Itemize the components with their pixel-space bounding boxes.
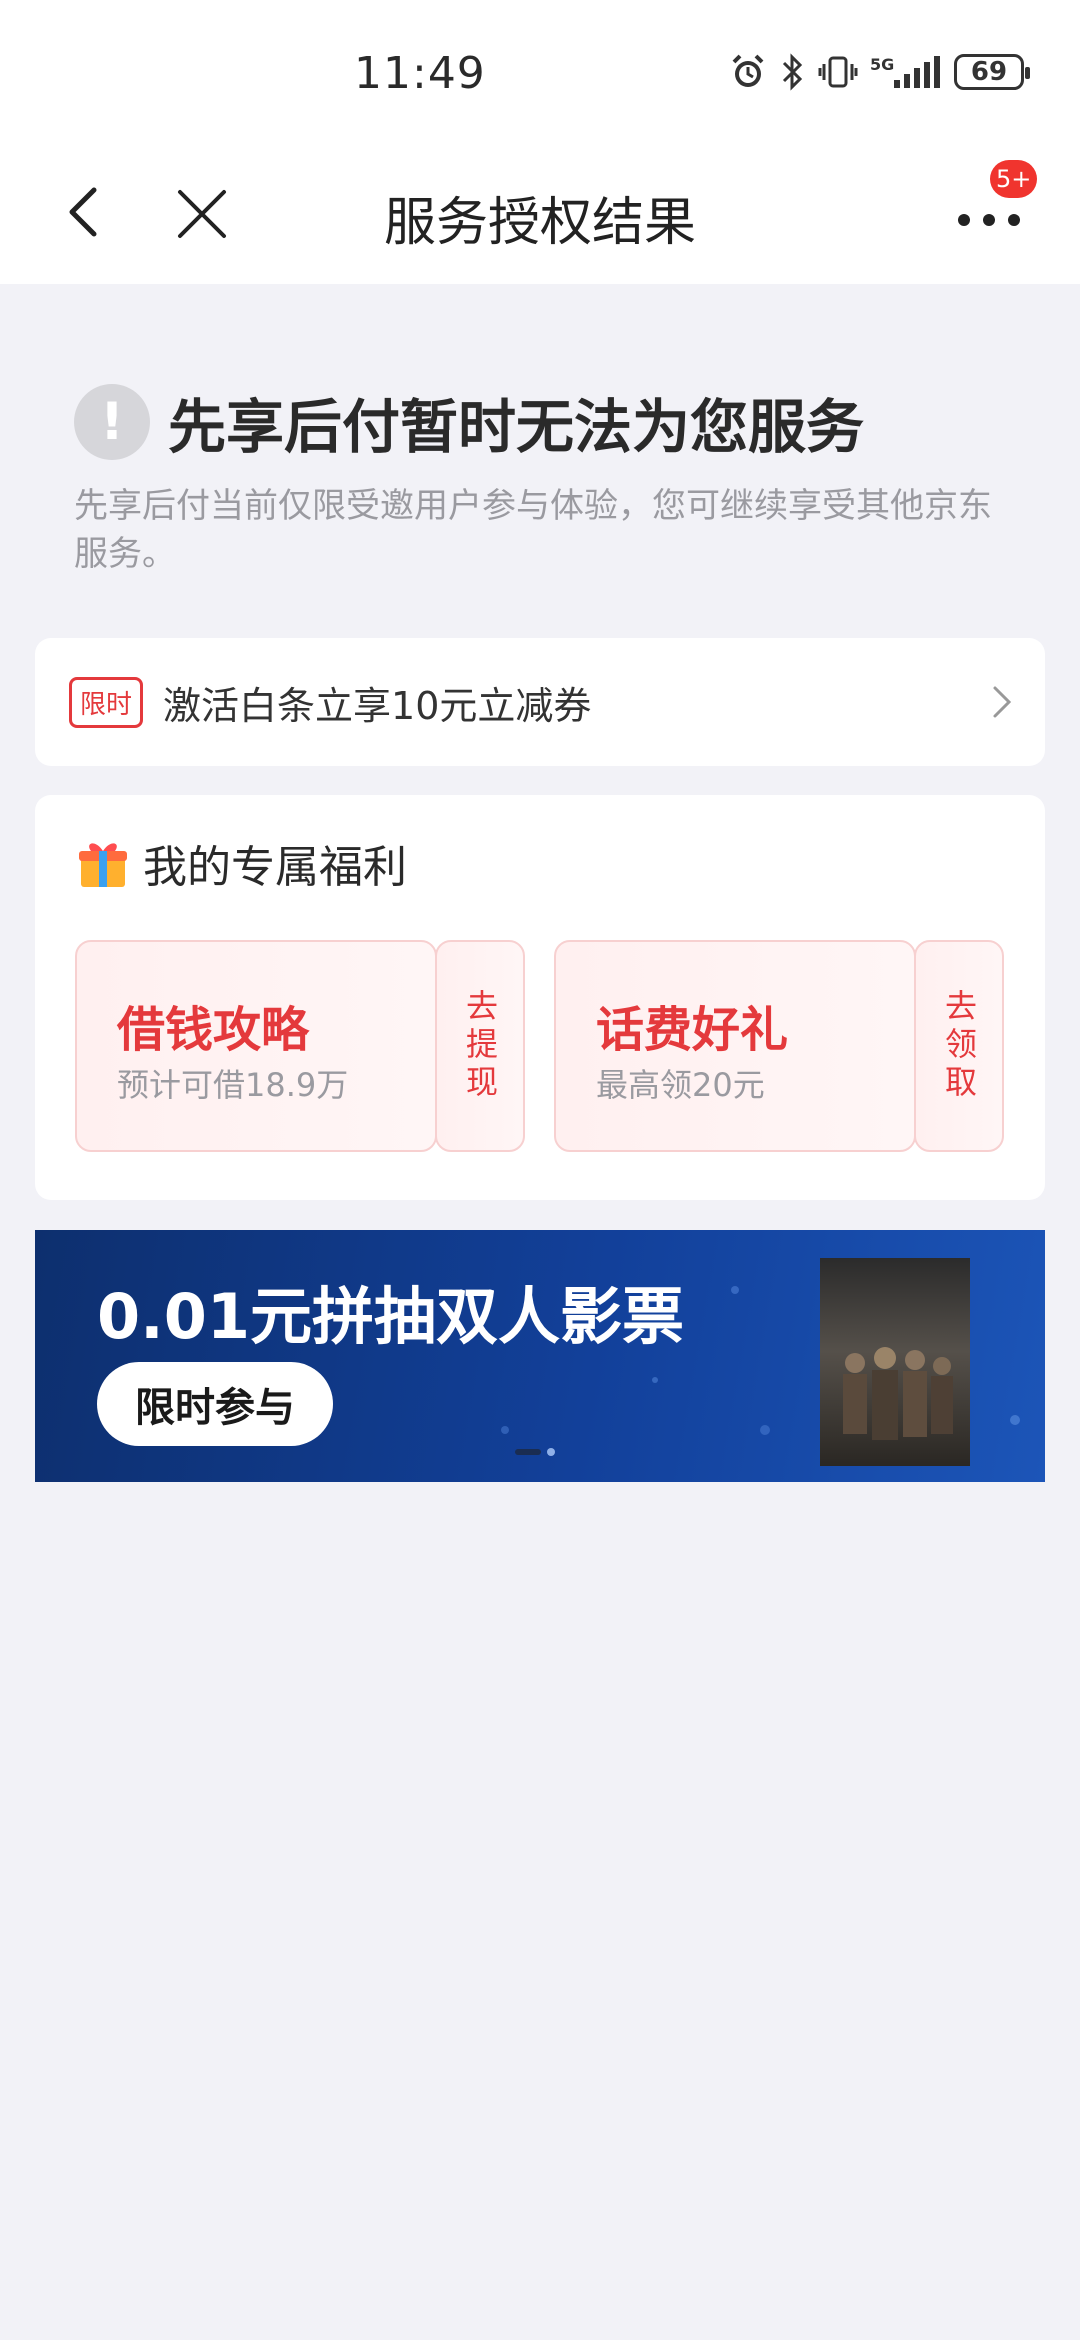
coupon-subtitle: 最高领20元 (596, 1066, 765, 1104)
banner-participate-button[interactable]: 限时参与 (97, 1362, 333, 1446)
notification-badge: 5+ (990, 160, 1038, 198)
status-icons: 5G 69 (728, 52, 1030, 92)
promo-tag: 限时 (69, 676, 144, 728)
coupon-action: 去提现 (461, 989, 499, 1103)
status-bar: 11:49 5G 69 (0, 0, 1080, 150)
promo-text: 激活白条立享10元立减券 (163, 683, 592, 728)
network-label: 5G (870, 55, 894, 74)
result-title: 先享后付暂时无法为您服务 (168, 393, 865, 461)
coupon-phone-credit[interactable]: 话费好礼 最高领20元 (554, 940, 916, 1152)
poster-figures (843, 1347, 953, 1440)
status-time: 11:49 (354, 48, 486, 99)
alarm-icon (728, 52, 768, 92)
promo-row[interactable]: 限时 激活白条立享10元立减券 (35, 638, 1045, 766)
result-header: ! 先享后付暂时无法为您服务 (74, 380, 864, 464)
vibrate-icon (818, 52, 858, 92)
coupon-loan[interactable]: 借钱攻略 预计可借18.9万 (75, 940, 437, 1152)
benefits-card: 我的专属福利 借钱攻略 预计可借18.9万 去提现 话费好礼 最高领20元 去领… (35, 795, 1045, 1200)
banner-title: 0.01元拼抽双人影票 (97, 1280, 684, 1353)
nav-bar: 服务授权结果 (0, 150, 1080, 284)
more-icon[interactable] (954, 200, 1024, 240)
battery-indicator: 69 (954, 54, 1030, 90)
page-title: 服务授权结果 (383, 193, 696, 253)
benefits-header: 我的专属福利 (75, 831, 407, 895)
result-description: 先享后付当前仅限受邀用户参与体验，您可继续享受其他京东服务。 (74, 486, 992, 574)
benefits-title: 我的专属福利 (143, 842, 407, 893)
gift-icon (79, 843, 127, 887)
bluetooth-icon (780, 52, 806, 92)
pager-dot-active (515, 1449, 541, 1455)
coupon-loan-action[interactable]: 去提现 (435, 940, 525, 1152)
promo-banner[interactable]: 0.01元拼抽双人影票 限时参与 (35, 1230, 1045, 1482)
coupon-phone-credit-action[interactable]: 去领取 (914, 940, 1004, 1152)
coupon-action: 去领取 (940, 989, 978, 1103)
pager-dot (547, 1448, 555, 1456)
exclamation-icon: ! (74, 384, 150, 460)
chevron-right-icon (993, 686, 1012, 718)
coupon-subtitle: 预计可借18.9万 (117, 1066, 349, 1104)
movie-poster-image (820, 1258, 970, 1466)
signal-icon: 5G (870, 52, 942, 92)
coupon-title: 话费好礼 (596, 1002, 789, 1058)
banner-pager (515, 1448, 555, 1456)
coupon-title: 借钱攻略 (117, 1002, 310, 1058)
